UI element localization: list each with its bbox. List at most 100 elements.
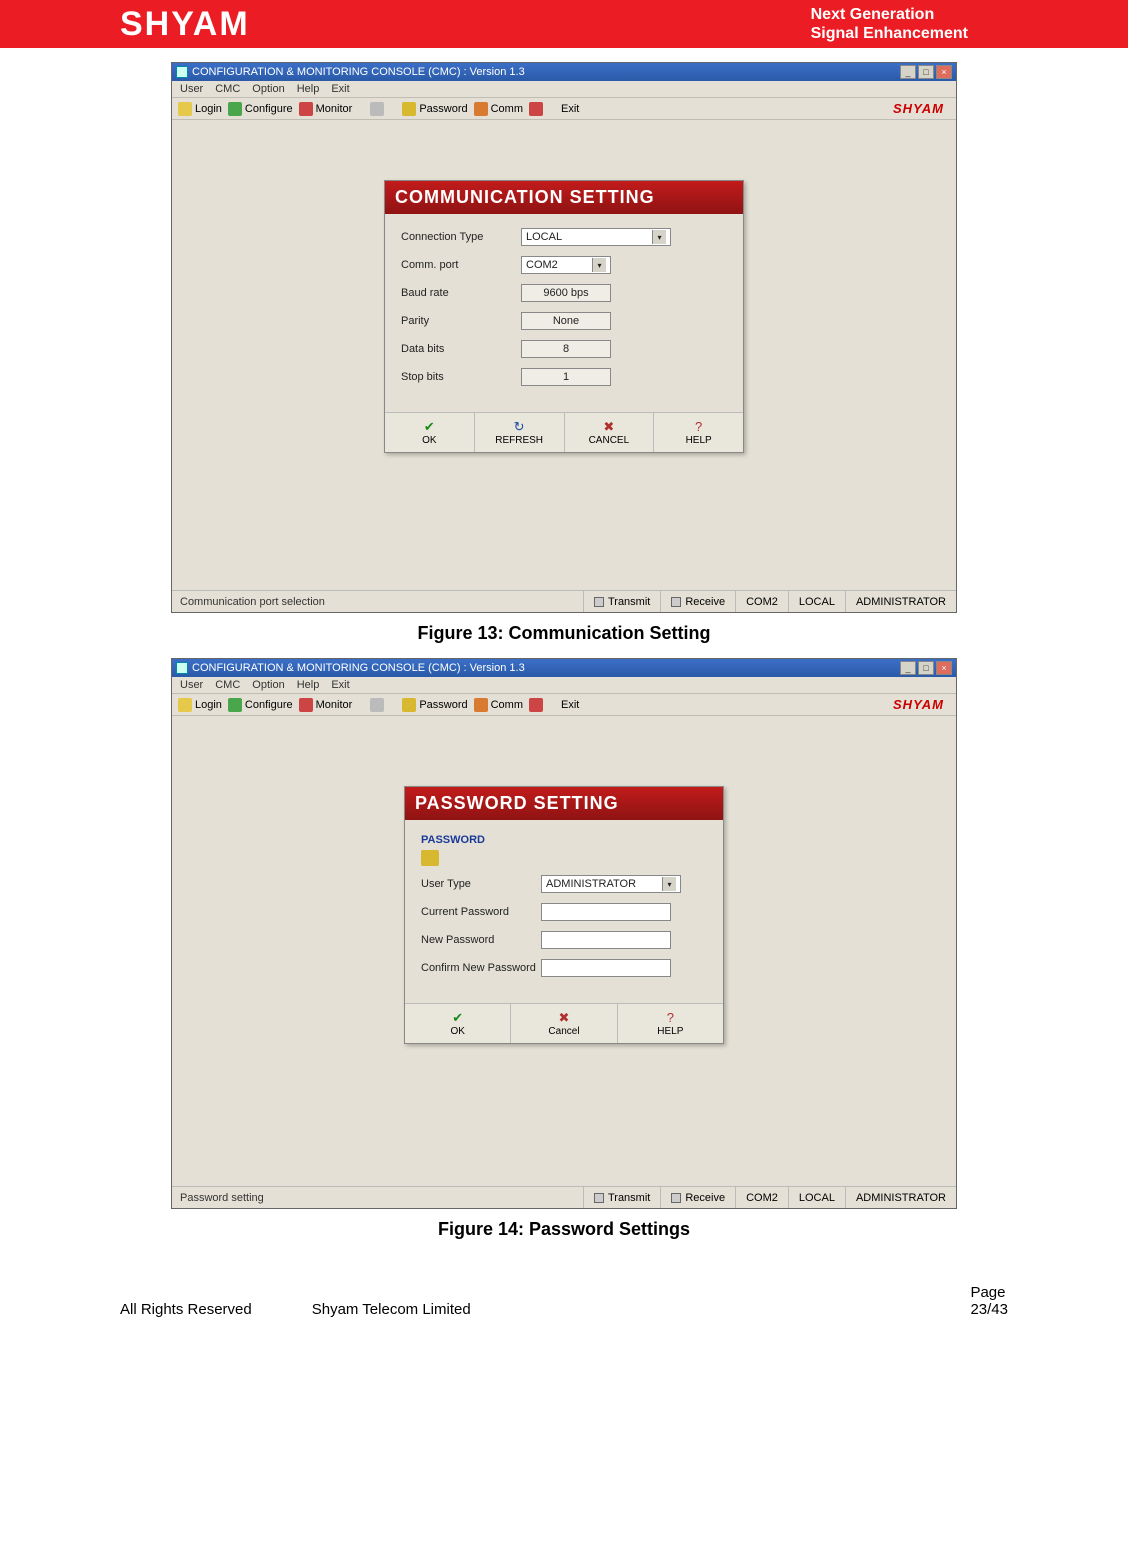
stop-bits-value: 1 [563,371,569,383]
menu-user[interactable]: User [180,679,203,691]
cancel-icon: ✖ [602,419,616,433]
figure-13-caption: Figure 13: Communication Setting [0,623,1128,644]
user-type-dropdown[interactable]: ADMINISTRATOR ▾ [541,875,681,893]
app-body: PASSWORD SETTING PASSWORD User Type ADMI… [172,716,956,1186]
ok-button[interactable]: ✔OK [385,413,475,452]
menu-exit[interactable]: Exit [331,83,349,95]
user-type-label: User Type [421,878,541,890]
tb-comm[interactable]: Comm [474,698,523,712]
check-icon: ✔ [451,1010,465,1024]
comm-port-dropdown[interactable]: COM2 ▾ [521,256,611,274]
help-label: HELP [686,435,712,446]
menu-cmc[interactable]: CMC [215,679,240,691]
refresh-button[interactable]: ↻REFRESH [475,413,565,452]
monitor-icon [299,698,313,712]
cancel-button[interactable]: ✖Cancel [511,1004,617,1043]
tb-login-label: Login [195,103,222,115]
help-label: HELP [657,1026,683,1037]
maximize-button[interactable]: □ [918,661,934,675]
chevron-down-icon: ▾ [662,877,676,891]
tb-password[interactable]: Password [402,698,467,712]
baud-rate-value: 9600 bps [543,287,588,299]
menu-option[interactable]: Option [252,679,284,691]
menu-cmc[interactable]: CMC [215,83,240,95]
window-controls: _ □ × [900,65,952,79]
status-transmit: Transmit [583,1187,660,1208]
menu-exit[interactable]: Exit [331,679,349,691]
tb-configure[interactable]: Configure [228,698,293,712]
status-transmit-label: Transmit [608,596,650,608]
minimize-button[interactable]: _ [900,661,916,675]
tb-exit-icon[interactable] [529,102,543,116]
maximize-button[interactable]: □ [918,65,934,79]
led-icon [671,1193,681,1203]
ok-label: OK [422,435,436,446]
toolbar-brand: SHYAM [893,697,950,712]
menu-user[interactable]: User [180,83,203,95]
window-titlebar: CONFIGURATION & MONITORING CONSOLE (CMC)… [172,63,956,81]
help-button[interactable]: ?HELP [618,1004,723,1043]
page-header: SHYAM Next Generation Signal Enhancement [0,0,1128,48]
ok-button[interactable]: ✔OK [405,1004,511,1043]
tb-exit[interactable]: Exit [561,103,579,115]
current-password-input[interactable] [541,903,671,921]
new-password-input[interactable] [541,931,671,949]
status-user: ADMINISTRATOR [845,1187,956,1208]
help-button[interactable]: ? HELP [654,413,743,452]
tb-monitor[interactable]: Monitor [299,102,353,116]
tb-password-label: Password [419,103,467,115]
password-group-label: PASSWORD [421,834,707,846]
status-receive-label: Receive [685,596,725,608]
status-user: ADMINISTRATOR [845,591,956,612]
data-bits-field: 8 [521,340,611,358]
confirm-password-input[interactable] [541,959,671,977]
app-body: COMMUNICATION SETTING Connection Type LO… [172,120,956,590]
led-icon [671,597,681,607]
connection-type-value: LOCAL [526,231,562,243]
tb-login-label: Login [195,699,222,711]
footer-rights: All Rights Reserved [120,1301,252,1318]
connection-type-dropdown[interactable]: LOCAL ▾ [521,228,671,246]
tb-password[interactable]: Password [402,102,467,116]
tb-exit[interactable]: Exit [561,699,579,711]
window-title: CONFIGURATION & MONITORING CONSOLE (CMC)… [192,66,900,78]
parity-field: None [521,312,611,330]
tb-configure-label: Configure [245,103,293,115]
tb-comm[interactable]: Comm [474,102,523,116]
tb-comm-label: Comm [491,699,523,711]
status-port: COM2 [735,591,788,612]
minimize-button[interactable]: _ [900,65,916,79]
tb-password-label: Password [419,699,467,711]
tagline-line-2: Signal Enhancement [811,24,968,43]
tb-configure[interactable]: Configure [228,102,293,116]
menu-help[interactable]: Help [297,83,320,95]
tb-exit-icon[interactable] [529,698,543,712]
tb-login[interactable]: Login [178,102,222,116]
user-type-value: ADMINISTRATOR [546,878,636,890]
tb-monitor-label: Monitor [316,103,353,115]
status-receive: Receive [660,1187,735,1208]
app-icon [176,662,188,674]
parity-value: None [553,315,579,327]
data-bits-label: Data bits [401,343,521,355]
led-icon [594,1193,604,1203]
tb-monitor[interactable]: Monitor [299,698,353,712]
footer-page-label: Page [970,1284,1008,1301]
toolbar: Login Configure Monitor Password Comm Ex… [172,97,956,120]
status-bar: Password setting Transmit Receive COM2 L… [172,1186,956,1208]
tagline-line-1: Next Generation [811,5,968,24]
dialog-body: Connection Type LOCAL ▾ Comm. port [385,214,743,402]
cancel-icon: ✖ [557,1010,571,1024]
menu-help[interactable]: Help [297,679,320,691]
dialog-button-row: ✔OK ↻REFRESH ✖CANCEL ? HELP [385,412,743,452]
menu-option[interactable]: Option [252,83,284,95]
tb-login[interactable]: Login [178,698,222,712]
footer-company: Shyam Telecom Limited [312,1301,471,1318]
refresh-icon: ↻ [512,419,526,433]
tb-exit-label: Exit [561,699,579,711]
chevron-down-icon: ▾ [652,230,666,244]
help-icon: ? [692,419,706,433]
close-button[interactable]: × [936,661,952,675]
close-button[interactable]: × [936,65,952,79]
cancel-button[interactable]: ✖CANCEL [565,413,655,452]
